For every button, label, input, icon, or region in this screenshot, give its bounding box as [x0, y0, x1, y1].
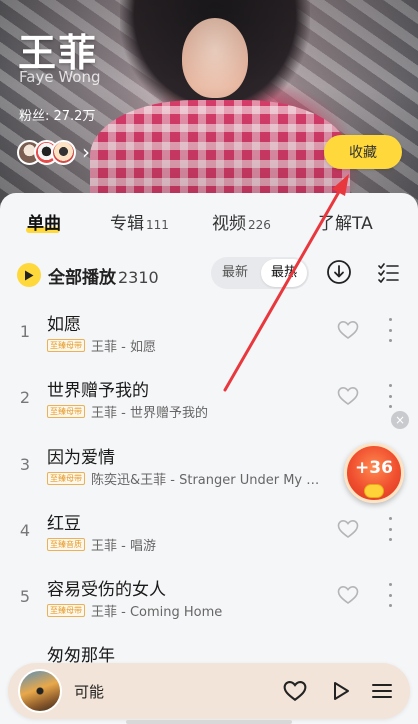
tab-label: 了解TA	[318, 214, 373, 234]
artist-english-name: Faye Wong	[19, 68, 101, 86]
close-icon[interactable]: ×	[391, 411, 409, 429]
fan-avatars[interactable]: ›	[17, 139, 90, 165]
sort-latest[interactable]: 最新	[211, 257, 259, 289]
mini-player[interactable]: 可能	[8, 663, 410, 719]
play-icon[interactable]	[330, 680, 352, 702]
song-meta: 王菲 - 世界赠予我的	[91, 405, 208, 421]
tab-videos[interactable]: 视频 226	[212, 209, 271, 234]
tab-songs[interactable]: 单曲	[27, 209, 61, 234]
song-title: 世界赠予我的	[47, 381, 149, 401]
heart-icon[interactable]	[337, 320, 359, 340]
play-all-button[interactable]: 全部播放 2310	[48, 263, 159, 288]
sort-toggle[interactable]: 最新 最热	[211, 257, 309, 289]
quality-badge: 至臻母带	[47, 404, 85, 418]
tab-label: 视频	[212, 214, 246, 234]
avatar	[51, 139, 76, 165]
collect-button[interactable]: 收藏	[324, 135, 402, 169]
tab-label: 单曲	[27, 214, 61, 234]
song-subtitle: 至臻音质 王菲 - 唱游	[47, 535, 156, 553]
song-title: 容易受伤的女人	[47, 580, 166, 600]
more-options-icon[interactable]	[386, 384, 394, 408]
heart-icon[interactable]	[337, 386, 359, 406]
quality-badge: 至臻音质	[47, 537, 85, 551]
tab-bar: 单曲 专辑 111 视频 226 了解TA	[0, 193, 418, 245]
list-item[interactable]: 4 红豆 至臻音质 王菲 - 唱游	[0, 499, 418, 565]
fan-count: 粉丝: 27.2万	[19, 109, 96, 124]
tab-about[interactable]: 了解TA	[318, 209, 373, 234]
coin-icon	[364, 484, 384, 498]
quality-badge: 至臻母带	[47, 603, 85, 617]
heart-icon[interactable]	[337, 519, 359, 539]
more-options-icon[interactable]	[386, 517, 394, 541]
play-icon	[25, 270, 34, 280]
list-item[interactable]: 5 容易受伤的女人 至臻母带 王菲 - Coming Home	[0, 565, 418, 631]
song-meta: 陈奕迅&王菲 - Stranger Under My …	[91, 472, 320, 488]
playlist-icon[interactable]	[370, 680, 394, 702]
heart-icon[interactable]	[283, 680, 307, 702]
quality-badge: 至臻母带	[47, 338, 85, 352]
song-subtitle: 至臻母带 王菲 - 世界赠予我的	[47, 402, 208, 420]
list-item[interactable]: 1 如愿 至臻母带 王菲 - 如愿	[0, 300, 418, 366]
tab-label: 专辑	[110, 214, 144, 234]
song-index: 3	[19, 455, 31, 474]
reward-text: +36	[355, 458, 393, 478]
song-title: 因为爱情	[47, 448, 115, 468]
play-all-icon[interactable]	[17, 263, 41, 287]
song-meta: 王菲 - 唱游	[91, 538, 156, 554]
tab-albums[interactable]: 专辑 111	[110, 209, 169, 234]
song-title: 如愿	[47, 315, 81, 335]
song-meta: 王菲 - 如愿	[91, 339, 156, 355]
multi-select-icon[interactable]	[375, 260, 401, 286]
chevron-right-icon: ›	[82, 140, 90, 164]
song-subtitle: 至臻母带 陈奕迅&王菲 - Stranger Under My …	[47, 469, 319, 487]
song-subtitle: 至臻母带 王菲 - 如愿	[47, 336, 156, 354]
song-meta: 王菲 - Coming Home	[91, 604, 223, 620]
more-options-icon[interactable]	[386, 318, 394, 342]
sort-hottest[interactable]: 最热	[261, 259, 307, 287]
more-options-icon[interactable]	[386, 583, 394, 607]
tab-count: 226	[248, 218, 271, 232]
song-index: 4	[19, 521, 31, 540]
album-cover[interactable]	[18, 669, 62, 713]
song-index: 2	[19, 388, 31, 407]
reward-bubble[interactable]: +36	[344, 443, 404, 503]
song-index: 1	[19, 322, 31, 341]
now-playing-title: 可能	[74, 683, 105, 701]
list-toolbar: 全部播放 2310 最新 最热	[0, 251, 418, 295]
play-all-text: 全部播放	[48, 268, 116, 288]
quality-badge: 至臻母带	[47, 471, 85, 485]
home-indicator	[126, 720, 292, 724]
song-title: 红豆	[47, 514, 81, 534]
song-total-count: 2310	[118, 268, 159, 287]
tab-count: 111	[146, 218, 169, 232]
download-icon[interactable]	[326, 259, 352, 285]
song-subtitle: 至臻母带 王菲 - Coming Home	[47, 601, 222, 619]
heart-icon[interactable]	[337, 585, 359, 605]
list-item[interactable]: 2 世界赠予我的 至臻母带 王菲 - 世界赠予我的	[0, 366, 418, 432]
song-index: 5	[19, 587, 31, 606]
